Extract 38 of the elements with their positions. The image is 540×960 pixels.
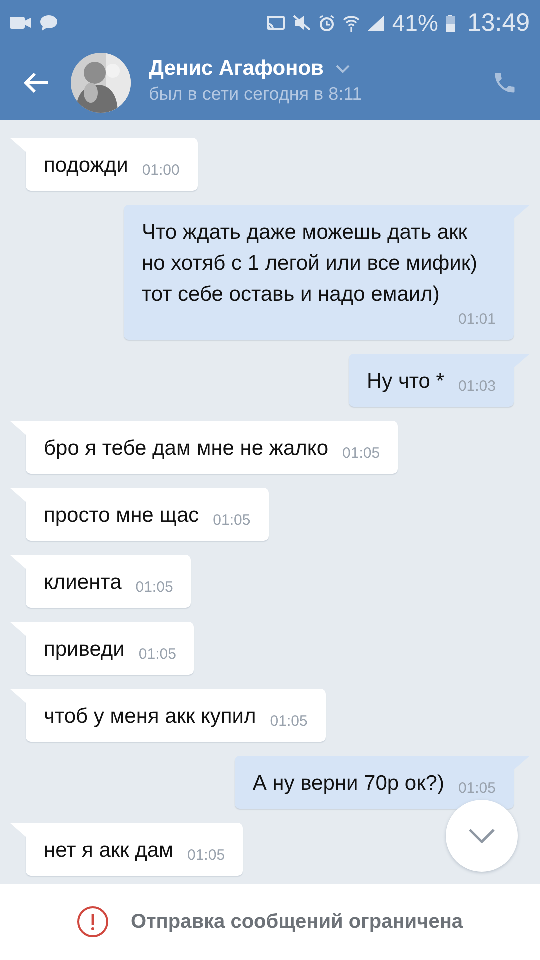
message-text: Ну что * — [366, 369, 444, 395]
battery-percent: 41% — [392, 10, 438, 36]
message-time: 01:05 — [134, 578, 174, 598]
message-text: Что ждать даже можешь дать акк но хотяб с 1 легой или все мифик) тот себе оставь и надо емаил) — [142, 220, 479, 308]
message-text: клиента — [44, 570, 122, 596]
message-text: приведи — [44, 637, 125, 663]
alarm-icon — [319, 14, 336, 32]
message-time: 01:05 — [186, 846, 226, 866]
video-camera-icon — [10, 16, 32, 30]
message-text: бро я тебе дам мне не жалко — [44, 436, 329, 462]
chevron-down-icon — [469, 829, 495, 843]
scroll-down-button[interactable] — [446, 800, 518, 872]
back-arrow-icon[interactable] — [23, 72, 49, 94]
mute-icon — [293, 15, 312, 31]
message-text: А ну верни 70р ок?) — [252, 771, 444, 797]
message-time: 01:05 — [342, 444, 380, 464]
message-text: нет я акк дам — [44, 838, 174, 864]
message-time: 01:03 — [457, 377, 496, 397]
message-text: просто мне щас — [44, 503, 200, 529]
message-time: 01:05 — [138, 645, 176, 665]
wifi-icon — [343, 14, 360, 32]
battery-icon — [446, 14, 456, 32]
warning-icon — [76, 906, 109, 938]
cast-icon — [267, 16, 286, 30]
message-time: 01:00 — [141, 161, 180, 181]
chat-bubble-icon — [40, 15, 58, 31]
contact-name[interactable]: Денис Агафонов — [149, 57, 324, 81]
message-text: чтоб у меня акк купил — [44, 704, 256, 730]
restriction-notice: Отправка сообщений ограничена — [130, 910, 464, 934]
message-time: 01:05 — [269, 712, 308, 732]
signal-icon — [368, 16, 384, 30]
chevron-down-icon[interactable] — [336, 65, 350, 73]
message-time: 01:05 — [457, 779, 496, 799]
clock-time: 13:49 — [467, 8, 530, 38]
message-text: подожди — [44, 153, 128, 179]
message-time: 01:05 — [212, 511, 251, 531]
last-seen-status: был в сети сегодня в 8:11 — [149, 84, 364, 105]
message-time: 01:01 — [457, 310, 496, 330]
